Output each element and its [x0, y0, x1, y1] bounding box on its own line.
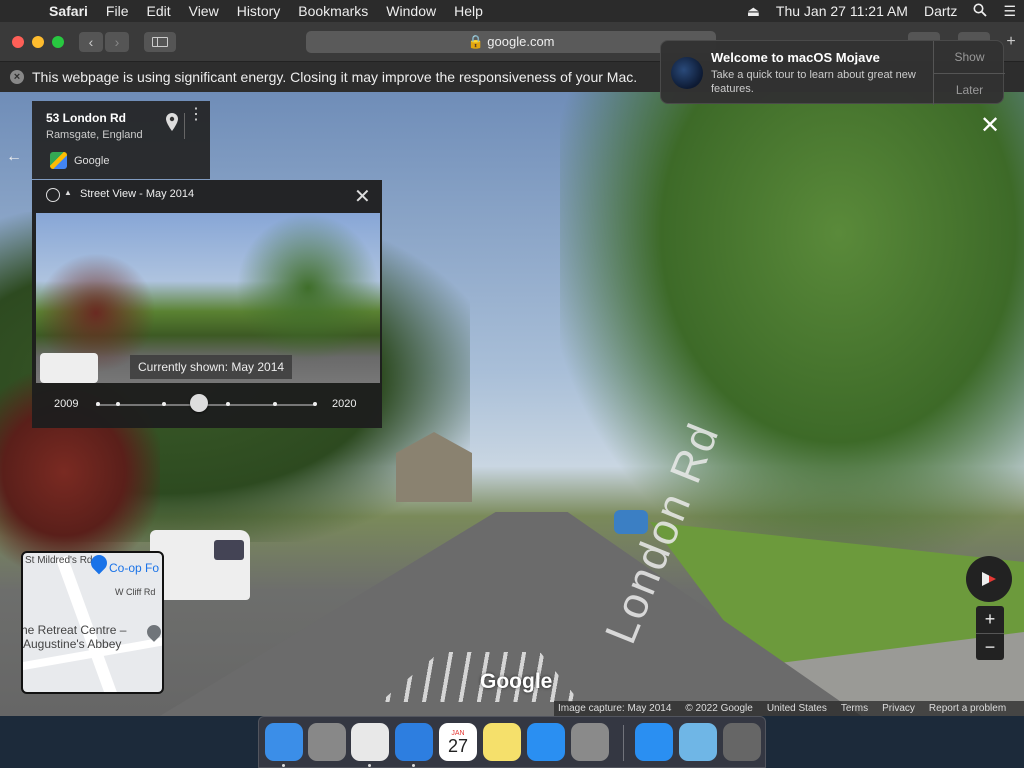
eject-icon[interactable]: ⏏ [739, 3, 768, 20]
menu-app-name[interactable]: Safari [40, 3, 97, 19]
street-view-footer: Image capture: May 2014 © 2022 Google Un… [554, 701, 1024, 716]
running-indicator [412, 764, 415, 767]
time-travel-panel: ▲ Street View - May 2014 ✕ Currently sho… [32, 180, 382, 428]
region-link[interactable]: United States [767, 703, 827, 714]
close-banner-icon[interactable]: × [10, 70, 24, 84]
compass-needle-icon [982, 572, 996, 586]
sidebar-icon [152, 37, 168, 47]
location-city: Ramsgate, England [46, 129, 143, 141]
calendar-icon[interactable]: JAN 27 [439, 723, 477, 761]
menu-file[interactable]: File [97, 3, 138, 19]
slider-tick[interactable] [162, 402, 166, 406]
forward-button[interactable]: › [105, 32, 129, 52]
system-preferences-icon[interactable] [571, 723, 609, 761]
address-bar[interactable]: 🔒 google.com [306, 31, 716, 53]
report-problem-link[interactable]: Report a problem [929, 703, 1006, 714]
minimap[interactable]: St Mildred's Rd Co-op Fo W Cliff Rd he R… [21, 551, 164, 694]
downloads-folder-icon[interactable] [679, 723, 717, 761]
slider-tick[interactable] [313, 402, 317, 406]
card-divider [184, 113, 185, 139]
zoom-out-button[interactable]: − [976, 634, 1004, 661]
notification-show-button[interactable]: Show [934, 41, 1005, 73]
google-watermark: Google [480, 670, 553, 693]
minimap-label-w-cliff: W Cliff Rd [115, 587, 156, 597]
address-bar-url: google.com [487, 34, 555, 49]
privacy-link[interactable]: Privacy [882, 703, 915, 714]
zoom-in-button[interactable]: + [976, 606, 1004, 633]
dock: JAN 27 [258, 716, 766, 768]
trash-icon[interactable] [723, 723, 761, 761]
menu-history[interactable]: History [228, 3, 290, 19]
menu-edit[interactable]: Edit [137, 3, 179, 19]
app-store-folder-icon[interactable] [635, 723, 673, 761]
safari-icon[interactable] [395, 723, 433, 761]
app-store-icon[interactable] [527, 723, 565, 761]
trees-right [560, 92, 1024, 562]
location-address: 53 London Rd [46, 111, 126, 125]
thumbnail-trees [236, 213, 380, 363]
back-button[interactable]: ‹ [79, 32, 103, 52]
time-panel-title: Street View - May 2014 [80, 188, 195, 200]
slider-end-year: 2020 [332, 398, 357, 410]
minimap-label-abbey: Augustine's Abbey [23, 637, 122, 651]
energy-warning-text: This webpage is using significant energy… [32, 69, 638, 85]
compass-button[interactable] [966, 556, 1012, 602]
lock-icon: 🔒 [467, 34, 484, 49]
slider-tick[interactable] [96, 402, 100, 406]
notification-later-button[interactable]: Later [934, 74, 1005, 106]
white-van [150, 530, 250, 600]
back-arrow-icon[interactable]: ← [6, 148, 22, 166]
minimap-label-coop: Co-op Fo [109, 561, 160, 575]
google-maps-icon [50, 152, 67, 169]
image-capture-date: Image capture: May 2014 [558, 703, 672, 714]
date-slider-knob[interactable] [190, 394, 208, 412]
copyright-text: © 2022 Google [685, 703, 753, 714]
fullscreen-window-button[interactable] [52, 36, 64, 48]
spotlight-search-icon[interactable] [965, 3, 995, 20]
close-time-panel-icon[interactable]: ✕ [354, 184, 371, 209]
time-panel-header: ▲ Street View - May 2014 ✕ [32, 180, 382, 212]
menubar-user[interactable]: Dartz [916, 3, 965, 19]
notification-body: Take a quick tour to learn about great n… [711, 69, 916, 95]
running-indicator [282, 764, 285, 767]
dock-separator [623, 725, 624, 761]
minimap-label-st-mildreds: St Mildred's Rd [25, 555, 93, 566]
notification-title: Welcome to macOS Mojave [711, 50, 880, 65]
menubar-clock[interactable]: Thu Jan 27 11:21 AM [768, 3, 916, 19]
chrome-icon[interactable] [351, 723, 389, 761]
map-pin-icon[interactable] [166, 113, 178, 131]
currently-shown-caption: Currently shown: May 2014 [130, 355, 293, 379]
minimize-window-button[interactable] [32, 36, 44, 48]
more-options-icon[interactable]: ⋮ [188, 107, 204, 123]
zoom-control: + − [976, 606, 1004, 660]
sidebar-toggle-button[interactable] [144, 32, 176, 52]
menu-help[interactable]: Help [445, 3, 492, 19]
terms-link[interactable]: Terms [841, 703, 868, 714]
menu-view[interactable]: View [180, 3, 228, 19]
thumbnail-van [40, 353, 98, 383]
finder-icon[interactable] [265, 723, 303, 761]
caret-up-icon[interactable]: ▲ [64, 188, 72, 197]
minimap-label-retreat: he Retreat Centre – [21, 623, 127, 637]
running-indicator [368, 764, 371, 767]
slider-tick[interactable] [116, 402, 120, 406]
close-window-button[interactable] [12, 36, 24, 48]
notification-center-icon[interactable]: ☰ [995, 3, 1024, 20]
close-street-view-button[interactable]: ✕ [980, 114, 1000, 138]
calendar-day: 27 [447, 735, 469, 756]
notification-actions: Show Later [933, 41, 1005, 105]
launchpad-icon[interactable] [308, 723, 346, 761]
mojave-notification[interactable]: Welcome to macOS Mojave Take a quick tou… [660, 40, 1005, 105]
mojave-logo-icon [671, 57, 703, 89]
notes-icon[interactable] [483, 723, 521, 761]
menu-bookmarks[interactable]: Bookmarks [289, 3, 377, 19]
source-label[interactable]: Google [74, 155, 109, 167]
slider-start-year: 2009 [54, 398, 79, 410]
history-clock-icon[interactable] [46, 188, 60, 202]
menu-window[interactable]: Window [377, 3, 445, 19]
slider-tick[interactable] [226, 402, 230, 406]
location-card: 53 London Rd Ramsgate, England ⋮ Google [32, 101, 210, 179]
menu-bar: Safari File Edit View History Bookmarks … [0, 0, 1024, 22]
slider-tick[interactable] [273, 402, 277, 406]
